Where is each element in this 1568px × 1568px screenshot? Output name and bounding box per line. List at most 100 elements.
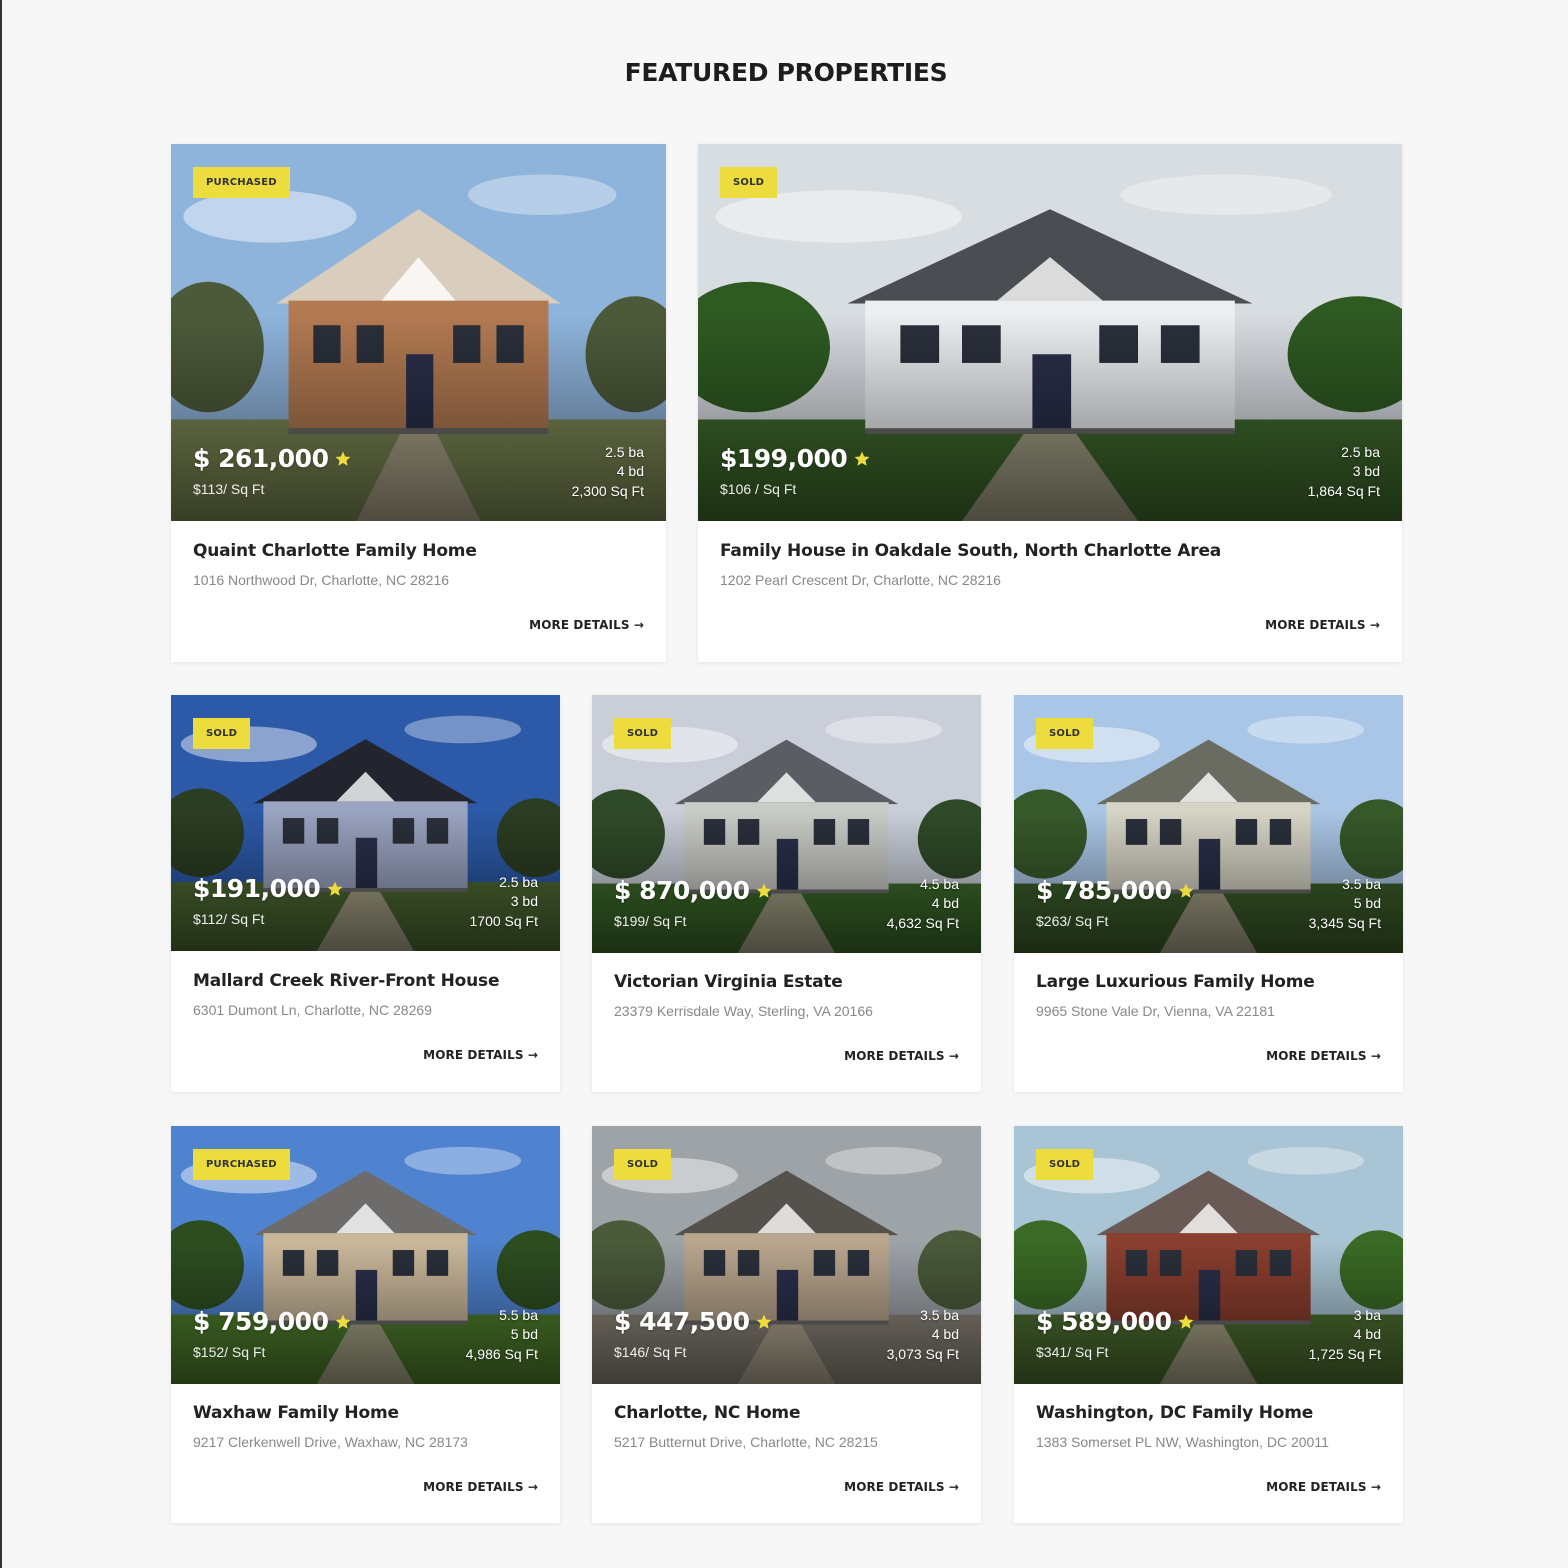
property-title[interactable]: Large Luxurious Family Home [1036,972,1315,992]
price-row: $ 447,500 [614,1307,773,1336]
property-price: $191,000 [193,874,321,903]
property-card[interactable]: PURCHASED $ 759,000 $152/ Sq Ft 5.5 ba 5… [171,1126,560,1523]
property-title[interactable]: Waxhaw Family Home [193,1403,399,1423]
more-details-link[interactable]: MORE DETAILS → [844,1480,959,1494]
property-price: $ 589,000 [1036,1307,1172,1336]
price-per-sqft: $106 / Sq Ft [720,481,797,497]
beds-count: 3 bd [1352,463,1380,479]
baths-count: 2.5 ba [499,873,538,890]
property-title[interactable]: Mallard Creek River-Front House [193,971,499,991]
property-address: 6301 Dumont Ln, Charlotte, NC 28269 [193,1002,432,1018]
status-badge: SOLD [720,167,778,198]
baths-count: 3 ba [1353,1306,1381,1323]
property-card[interactable]: PURCHASED $ 261,000 $113/ Sq Ft 2.5 ba 4… [171,144,666,662]
baths-count: 5.5 ba [499,1306,538,1323]
property-card[interactable]: SOLD $ 870,000 $199/ Sq Ft 4.5 ba 4 bd 4… [592,695,981,1092]
baths-count: 4.5 ba [920,875,959,892]
beds-count: 3 bd [510,893,538,909]
more-details-link[interactable]: MORE DETAILS → [423,1048,538,1062]
property-price: $ 447,500 [614,1307,750,1336]
property-photo-container[interactable]: SOLD $ 785,000 $263/ Sq Ft 3.5 ba 5 bd 3… [1014,695,1403,953]
more-details-link[interactable]: MORE DETAILS → [423,1480,538,1494]
property-photo-container[interactable]: SOLD $199,000 $106 / Sq Ft 2.5 ba 3 bd 1… [698,144,1402,521]
price-row: $ 589,000 [1036,1307,1195,1336]
property-price: $ 785,000 [1036,876,1172,905]
property-price: $ 759,000 [193,1307,329,1336]
property-title[interactable]: Family House in Oakdale South, North Cha… [720,541,1221,561]
property-specs: 3.5 ba 5 bd 3,345 Sq Ft [1309,875,1381,934]
status-badge: SOLD [614,1149,672,1180]
status-badge: SOLD [614,718,672,749]
star-icon [1178,1314,1194,1329]
price-row: $ 261,000 [193,444,352,473]
property-photo-container[interactable]: PURCHASED $ 759,000 $152/ Sq Ft 5.5 ba 5… [171,1126,560,1384]
square-footage: 1,864 Sq Ft [1307,482,1380,499]
price-row: $ 785,000 [1036,876,1195,905]
price-row: $ 759,000 [193,1307,352,1336]
beds-count: 4 bd [1353,1326,1381,1342]
property-photo-container[interactable]: SOLD $191,000 $112/ Sq Ft 2.5 ba 3 bd 17… [171,695,560,951]
property-title[interactable]: Victorian Virginia Estate [614,972,843,992]
status-badge: SOLD [1036,718,1094,749]
more-details-link[interactable]: MORE DETAILS → [1265,618,1380,632]
property-photo-container[interactable]: PURCHASED $ 261,000 $113/ Sq Ft 2.5 ba 4… [171,144,666,521]
property-card[interactable]: SOLD $199,000 $106 / Sq Ft 2.5 ba 3 bd 1… [698,144,1402,662]
property-card[interactable]: SOLD $ 447,500 $146/ Sq Ft 3.5 ba 4 bd 3… [592,1126,981,1523]
price-row: $199,000 [720,444,871,473]
property-specs: 2.5 ba 4 bd 2,300 Sq Ft [572,443,644,502]
star-icon [756,1314,772,1329]
property-address: 1016 Northwood Dr, Charlotte, NC 28216 [193,572,450,588]
status-badge: PURCHASED [193,167,290,198]
beds-count: 4 bd [931,1326,959,1342]
status-badge: SOLD [1036,1149,1094,1180]
property-specs: 4.5 ba 4 bd 4,632 Sq Ft [887,875,959,934]
property-photo-container[interactable]: SOLD $ 447,500 $146/ Sq Ft 3.5 ba 4 bd 3… [592,1126,981,1384]
square-footage: 3,345 Sq Ft [1308,914,1381,931]
property-specs: 2.5 ba 3 bd 1700 Sq Ft [470,873,539,932]
beds-count: 5 bd [510,1326,538,1342]
star-icon [854,451,870,466]
property-specs: 3 ba 4 bd 1,725 Sq Ft [1309,1306,1381,1365]
property-specs: 5.5 ba 5 bd 4,986 Sq Ft [466,1306,538,1365]
property-address: 9965 Stone Vale Dr, Vienna, VA 22181 [1036,1003,1275,1019]
more-details-link[interactable]: MORE DETAILS → [1266,1480,1381,1494]
more-details-link[interactable]: MORE DETAILS → [529,618,644,632]
property-card[interactable]: SOLD $191,000 $112/ Sq Ft 2.5 ba 3 bd 17… [171,695,560,1092]
property-title[interactable]: Charlotte, NC Home [614,1403,800,1423]
square-footage: 4,632 Sq Ft [886,914,959,931]
status-badge: PURCHASED [193,1149,290,1180]
section-title: FEATURED PROPERTIES [624,58,948,87]
square-footage: 3,073 Sq Ft [886,1345,959,1362]
square-footage: 1700 Sq Ft [469,912,539,929]
baths-count: 2.5 ba [1341,443,1380,460]
property-specs: 3.5 ba 4 bd 3,073 Sq Ft [887,1306,959,1365]
property-address: 5217 Butternut Drive, Charlotte, NC 2821… [614,1434,878,1450]
square-footage: 2,300 Sq Ft [571,482,644,499]
star-icon [335,1314,351,1329]
price-per-sqft: $113/ Sq Ft [193,481,265,497]
beds-count: 5 bd [1353,895,1381,911]
baths-count: 3.5 ba [920,1306,959,1323]
price-per-sqft: $341/ Sq Ft [1036,1344,1109,1360]
property-price: $ 870,000 [614,876,750,905]
star-icon [335,451,351,466]
property-address: 1202 Pearl Crescent Dr, Charlotte, NC 28… [720,572,1001,588]
property-price: $ 261,000 [193,444,329,473]
property-title[interactable]: Quaint Charlotte Family Home [193,541,477,561]
baths-count: 2.5 ba [605,443,644,460]
property-photo-container[interactable]: SOLD $ 870,000 $199/ Sq Ft 4.5 ba 4 bd 4… [592,695,981,953]
square-footage: 1,725 Sq Ft [1308,1345,1381,1362]
property-price: $199,000 [720,444,848,473]
price-per-sqft: $146/ Sq Ft [614,1344,687,1360]
more-details-link[interactable]: MORE DETAILS → [1266,1049,1381,1063]
property-title[interactable]: Washington, DC Family Home [1036,1403,1313,1423]
property-specs: 2.5 ba 3 bd 1,864 Sq Ft [1308,443,1380,502]
star-icon [327,881,343,896]
property-address: 9217 Clerkenwell Drive, Waxhaw, NC 28173 [193,1434,468,1450]
property-photo-container[interactable]: SOLD $ 589,000 $341/ Sq Ft 3 ba 4 bd 1,7… [1014,1126,1403,1384]
square-footage: 4,986 Sq Ft [465,1345,538,1362]
more-details-link[interactable]: MORE DETAILS → [844,1049,959,1063]
status-badge: SOLD [193,718,251,749]
property-card[interactable]: SOLD $ 589,000 $341/ Sq Ft 3 ba 4 bd 1,7… [1014,1126,1403,1523]
property-card[interactable]: SOLD $ 785,000 $263/ Sq Ft 3.5 ba 5 bd 3… [1014,695,1403,1092]
